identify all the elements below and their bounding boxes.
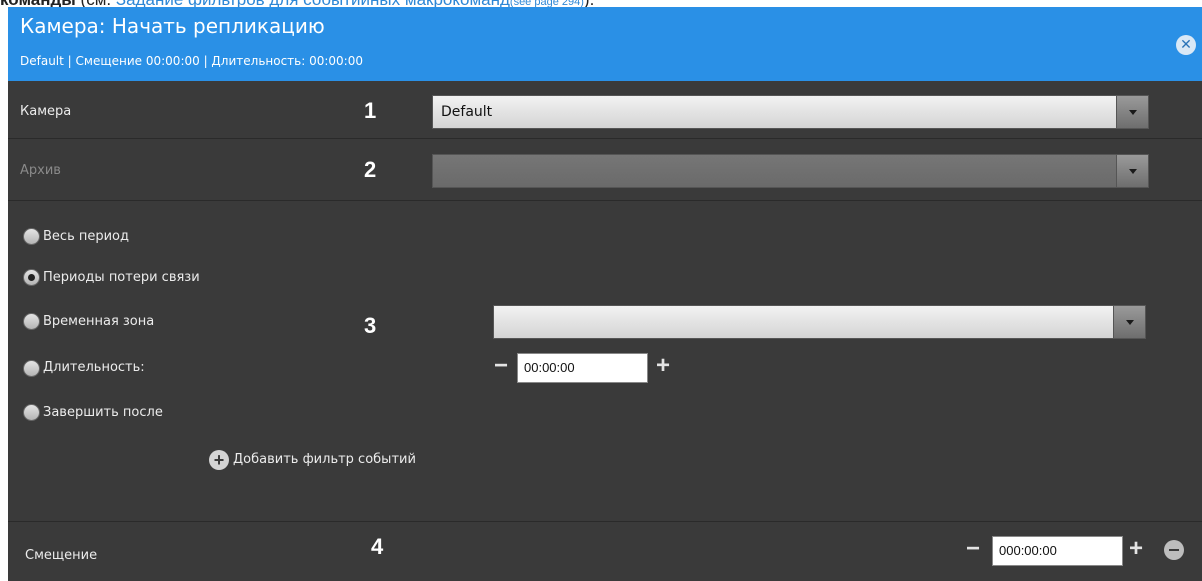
time-zone-select[interactable] xyxy=(493,305,1146,339)
callout-1: 1 xyxy=(364,98,377,123)
camera-select[interactable]: Default xyxy=(432,95,1149,129)
radio-label-duration[interactable]: Длительность: xyxy=(43,360,145,376)
radio-duration[interactable] xyxy=(23,360,40,377)
radio-label-connection-loss[interactable]: Периоды потери связи xyxy=(43,270,200,286)
archive-select[interactable] xyxy=(432,154,1149,188)
camera-select-value: Default xyxy=(441,104,493,120)
offset-input[interactable]: 000:00:00 xyxy=(992,536,1123,566)
chevron-down-icon[interactable] xyxy=(1113,306,1145,338)
remove-circle-icon[interactable] xyxy=(1164,540,1184,560)
radio-whole-period[interactable] xyxy=(23,228,40,245)
dialog-titlebar: Камера: Начать репликацию Default | Смещ… xyxy=(8,7,1202,81)
divider xyxy=(8,138,1202,139)
radio-label-end-after[interactable]: Завершить после xyxy=(43,405,163,421)
divider xyxy=(8,521,1202,522)
radio-connection-loss[interactable] xyxy=(23,269,40,286)
callout-3: 3 xyxy=(364,313,377,338)
callout-2: 2 xyxy=(364,157,377,182)
duration-input[interactable]: 00:00:00 xyxy=(517,353,648,383)
duration-plus-button[interactable]: + xyxy=(656,354,670,378)
radio-time-zone[interactable] xyxy=(23,313,40,330)
offset-minus-button[interactable]: − xyxy=(966,537,980,561)
dialog-title: Камера: Начать репликацию xyxy=(20,14,325,38)
add-event-filter-link[interactable]: Добавить фильтр событий xyxy=(233,452,416,468)
camera-label: Камера xyxy=(20,104,72,119)
add-circle-icon[interactable]: + xyxy=(209,450,229,470)
radio-end-after[interactable] xyxy=(23,404,40,421)
archive-label: Архив xyxy=(20,163,61,178)
close-icon[interactable]: ✕ xyxy=(1176,35,1196,55)
callout-4: 4 xyxy=(371,534,384,559)
replication-dialog: Камера: Начать репликацию Default | Смещ… xyxy=(8,7,1202,581)
dialog-subtitle: Default | Смещение 00:00:00 | Длительнос… xyxy=(20,54,363,68)
offset-label: Смещение xyxy=(25,548,98,563)
duration-minus-button[interactable]: − xyxy=(494,354,508,378)
chevron-down-icon[interactable] xyxy=(1116,96,1148,128)
radio-label-time-zone[interactable]: Временная зона xyxy=(43,314,154,330)
offset-plus-button[interactable]: + xyxy=(1129,537,1143,561)
radio-label-whole-period[interactable]: Весь период xyxy=(43,229,129,245)
chevron-down-icon[interactable] xyxy=(1116,155,1148,187)
divider xyxy=(8,200,1202,201)
